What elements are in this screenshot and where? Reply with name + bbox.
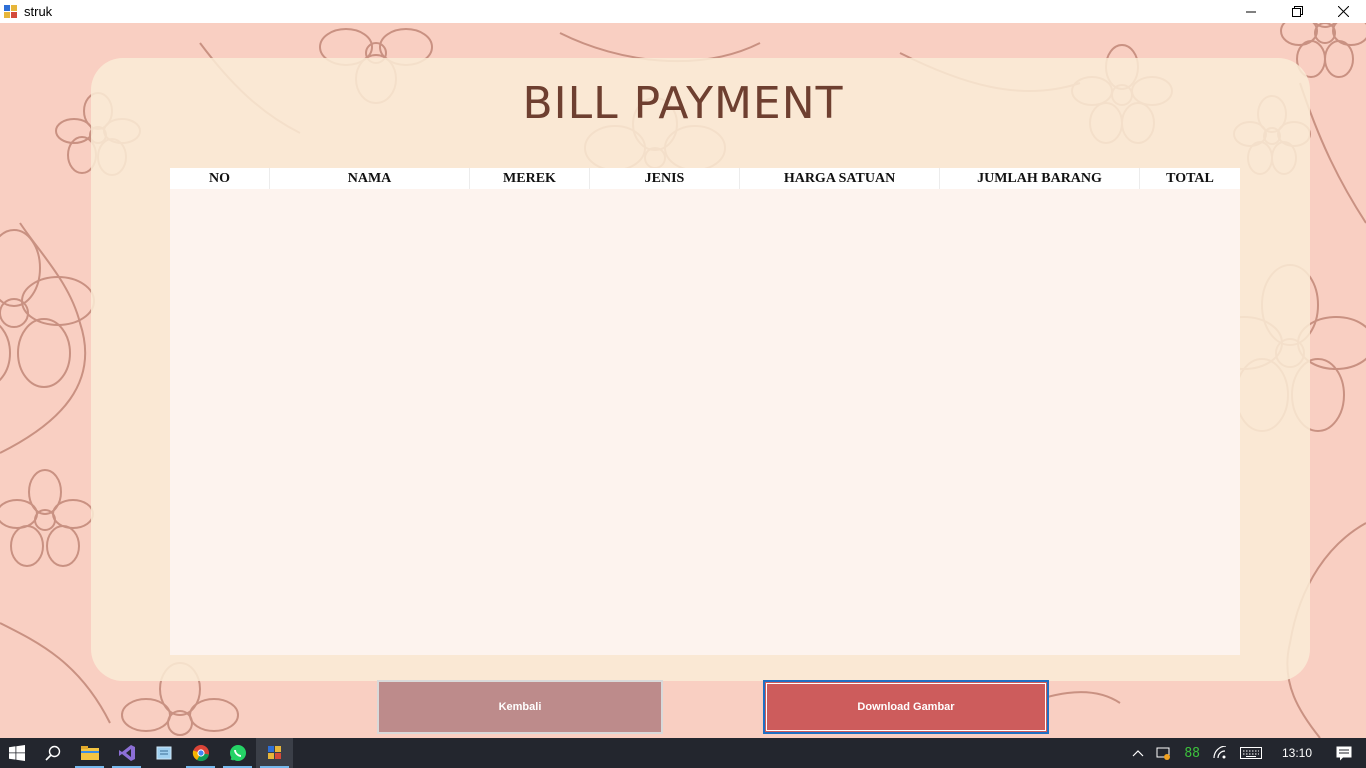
column-header-merek[interactable]: MEREK (470, 168, 590, 189)
taskbar-file-explorer[interactable] (71, 738, 108, 768)
notification-icon (1336, 746, 1352, 760)
notepad-icon (156, 746, 171, 760)
clock[interactable]: 13:10 (1268, 746, 1326, 760)
table-header: NO NAMA MEREK JENIS HARGA SATUAN JUMLAH … (170, 168, 1240, 189)
visual-studio-icon (118, 745, 135, 761)
taskbar-visual-studio[interactable] (108, 738, 145, 768)
column-header-nama[interactable]: NAMA (270, 168, 470, 189)
keyboard-icon (1239, 747, 1262, 759)
search-icon (44, 745, 60, 761)
column-header-jenis[interactable]: JENIS (590, 168, 740, 189)
window-titlebar: struk (0, 0, 1366, 23)
struk-app-icon (267, 746, 281, 759)
back-button[interactable]: Kembali (377, 680, 663, 734)
app-icon (4, 4, 18, 19)
wifi-icon (1213, 746, 1227, 759)
taskbar-chrome[interactable] (182, 738, 219, 768)
column-header-harga-satuan[interactable]: HARGA SATUAN (740, 168, 940, 189)
network-button[interactable] (1206, 738, 1234, 768)
window-title: struk (24, 4, 53, 19)
keyboard-button[interactable] (1234, 738, 1268, 768)
start-button[interactable] (0, 738, 34, 768)
chevron-up-icon (1132, 750, 1144, 757)
chrome-icon (192, 745, 209, 762)
battery-icon (1156, 747, 1171, 760)
windows-start-icon (9, 745, 25, 761)
battery-indicator[interactable] (1150, 738, 1178, 768)
bill-table[interactable]: NO NAMA MEREK JENIS HARGA SATUAN JUMLAH … (170, 168, 1240, 655)
column-header-no[interactable]: NO (170, 168, 270, 189)
minimize-button[interactable] (1228, 0, 1274, 23)
action-center-button[interactable] (1326, 738, 1366, 768)
file-explorer-icon (80, 746, 99, 760)
taskbar-notepad[interactable] (145, 738, 182, 768)
show-hidden-icons-button[interactable] (1126, 738, 1150, 768)
close-icon (1337, 6, 1349, 17)
column-header-total[interactable]: TOTAL (1140, 168, 1240, 189)
download-image-button[interactable]: Download Gambar (763, 680, 1049, 734)
whatsapp-icon (229, 745, 246, 761)
close-button[interactable] (1320, 0, 1366, 23)
page-title: BILL PAYMENT (522, 78, 844, 129)
search-button[interactable] (34, 738, 71, 768)
minimize-icon (1246, 11, 1256, 12)
restore-button[interactable] (1274, 0, 1320, 23)
column-header-jumlah-barang[interactable]: JUMLAH BARANG (940, 168, 1140, 189)
taskbar: 88 13:10 (0, 738, 1366, 768)
system-tray: 88 13:10 (1126, 738, 1366, 768)
taskbar-struk-app[interactable] (256, 738, 293, 768)
battery-level: 88 (1184, 745, 1200, 761)
restore-icon (1291, 6, 1303, 17)
taskbar-whatsapp[interactable] (219, 738, 256, 768)
